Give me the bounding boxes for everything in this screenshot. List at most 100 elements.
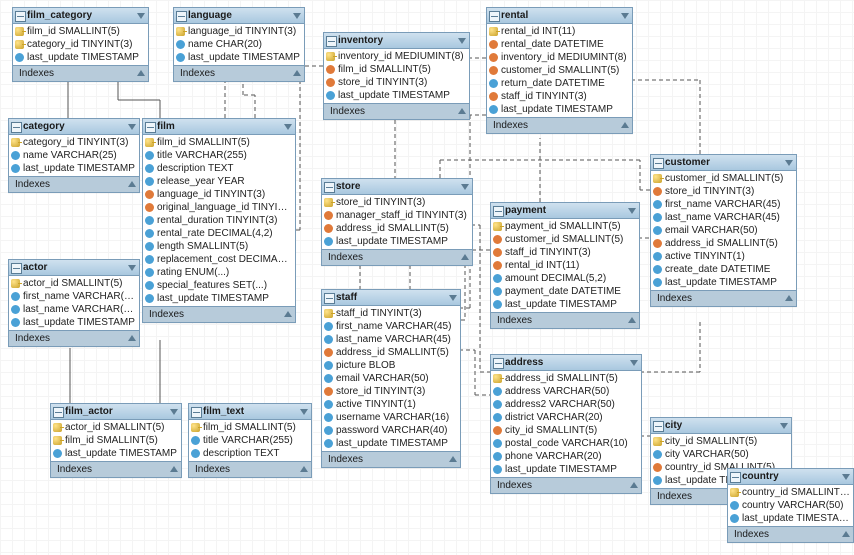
- column[interactable]: picture BLOB: [322, 359, 460, 372]
- column[interactable]: inventory_id MEDIUMINT(8): [324, 50, 469, 63]
- column[interactable]: district VARCHAR(20): [491, 411, 641, 424]
- column[interactable]: first_name VARCHAR(45): [322, 320, 460, 333]
- collapse-icon[interactable]: [493, 358, 504, 369]
- table-header[interactable]: payment: [491, 203, 639, 219]
- table-inventory[interactable]: inventoryinventory_id MEDIUMINT(8)film_i…: [323, 32, 470, 120]
- collapse-icon[interactable]: [15, 11, 26, 22]
- chevron-up-icon[interactable]: [300, 466, 308, 472]
- collapse-icon[interactable]: [324, 293, 335, 304]
- table-rental[interactable]: rentalrental_id INT(11)rental_date DATET…: [486, 7, 633, 134]
- column[interactable]: title VARCHAR(255): [189, 434, 311, 447]
- chevron-down-icon[interactable]: [449, 295, 457, 301]
- column[interactable]: rental_rate DECIMAL(4,2): [143, 227, 295, 240]
- chevron-down-icon[interactable]: [137, 13, 145, 19]
- column[interactable]: country VARCHAR(50): [728, 499, 853, 512]
- table-customer[interactable]: customercustomer_id SMALLINT(5)store_id …: [650, 154, 797, 307]
- column[interactable]: last_update TIMESTAMP: [143, 292, 295, 305]
- chevron-down-icon[interactable]: [170, 409, 178, 415]
- indexes-section[interactable]: Indexes: [487, 117, 632, 133]
- collapse-icon[interactable]: [324, 182, 335, 193]
- column[interactable]: last_update TIMESTAMP: [13, 51, 148, 64]
- column[interactable]: last_update TIMESTAMP: [322, 235, 472, 248]
- table-category[interactable]: categorycategory_id TINYINT(3)name VARCH…: [8, 118, 140, 193]
- chevron-up-icon[interactable]: [628, 317, 636, 323]
- column[interactable]: description TEXT: [143, 162, 295, 175]
- collapse-icon[interactable]: [53, 407, 64, 418]
- chevron-down-icon[interactable]: [128, 265, 136, 271]
- chevron-down-icon[interactable]: [785, 160, 793, 166]
- column[interactable]: customer_id SMALLINT(5): [487, 64, 632, 77]
- column[interactable]: rental_duration TINYINT(3): [143, 214, 295, 227]
- column[interactable]: name CHAR(20): [174, 38, 304, 51]
- column[interactable]: active TINYINT(1): [322, 398, 460, 411]
- indexes-section[interactable]: Indexes: [728, 526, 853, 542]
- chevron-down-icon[interactable]: [630, 360, 638, 366]
- column[interactable]: actor_id SMALLINT(5): [9, 277, 139, 290]
- chevron-up-icon[interactable]: [458, 108, 466, 114]
- collapse-icon[interactable]: [653, 421, 664, 432]
- column[interactable]: last_update TIMESTAMP: [9, 162, 139, 175]
- column[interactable]: film_id SMALLINT(5): [324, 63, 469, 76]
- column[interactable]: last_update TIMESTAMP: [51, 447, 181, 460]
- table-header[interactable]: customer: [651, 155, 796, 171]
- column[interactable]: rental_id INT(11): [491, 259, 639, 272]
- column[interactable]: rental_id INT(11): [487, 25, 632, 38]
- collapse-icon[interactable]: [145, 122, 156, 133]
- collapse-icon[interactable]: [489, 11, 500, 22]
- indexes-section[interactable]: Indexes: [174, 65, 304, 81]
- collapse-icon[interactable]: [730, 472, 741, 483]
- chevron-up-icon[interactable]: [630, 482, 638, 488]
- column[interactable]: original_language_id TINYINT(3): [143, 201, 295, 214]
- column[interactable]: phone VARCHAR(20): [491, 450, 641, 463]
- column[interactable]: last_update TIMESTAMP: [174, 51, 304, 64]
- chevron-up-icon[interactable]: [170, 466, 178, 472]
- column[interactable]: rental_date DATETIME: [487, 38, 632, 51]
- column[interactable]: last_update TIMESTAMP: [491, 298, 639, 311]
- column[interactable]: last_name VARCHAR(45): [9, 303, 139, 316]
- chevron-up-icon[interactable]: [449, 456, 457, 462]
- column[interactable]: special_features SET(...): [143, 279, 295, 292]
- chevron-down-icon[interactable]: [128, 124, 136, 130]
- column[interactable]: last_update TIMESTAMP: [728, 512, 853, 525]
- chevron-down-icon[interactable]: [300, 409, 308, 415]
- chevron-up-icon[interactable]: [842, 531, 850, 537]
- column[interactable]: language_id TINYINT(3): [174, 25, 304, 38]
- chevron-up-icon[interactable]: [128, 335, 136, 341]
- column[interactable]: last_update TIMESTAMP: [491, 463, 641, 476]
- column[interactable]: actor_id SMALLINT(5): [51, 421, 181, 434]
- column[interactable]: username VARCHAR(16): [322, 411, 460, 424]
- column[interactable]: film_id SMALLINT(5): [189, 421, 311, 434]
- column[interactable]: return_date DATETIME: [487, 77, 632, 90]
- column[interactable]: language_id TINYINT(3): [143, 188, 295, 201]
- collapse-icon[interactable]: [191, 407, 202, 418]
- chevron-up-icon[interactable]: [284, 311, 292, 317]
- column[interactable]: name VARCHAR(25): [9, 149, 139, 162]
- column[interactable]: last_name VARCHAR(45): [651, 211, 796, 224]
- table-header[interactable]: address: [491, 355, 641, 371]
- indexes-section[interactable]: Indexes: [651, 290, 796, 306]
- table-staff[interactable]: staffstaff_id TINYINT(3)first_name VARCH…: [321, 289, 461, 468]
- column[interactable]: first_name VARCHAR(45): [9, 290, 139, 303]
- chevron-down-icon[interactable]: [621, 13, 629, 19]
- column[interactable]: staff_id TINYINT(3): [491, 246, 639, 259]
- indexes-section[interactable]: Indexes: [51, 461, 181, 477]
- column[interactable]: active TINYINT(1): [651, 250, 796, 263]
- chevron-up-icon[interactable]: [461, 254, 469, 260]
- column[interactable]: address_id SMALLINT(5): [491, 372, 641, 385]
- table-header[interactable]: film: [143, 119, 295, 135]
- chevron-up-icon[interactable]: [128, 181, 136, 187]
- indexes-section[interactable]: Indexes: [189, 461, 311, 477]
- column[interactable]: first_name VARCHAR(45): [651, 198, 796, 211]
- collapse-icon[interactable]: [176, 11, 187, 22]
- collapse-icon[interactable]: [653, 158, 664, 169]
- column[interactable]: film_id SMALLINT(5): [143, 136, 295, 149]
- column[interactable]: film_id SMALLINT(5): [13, 25, 148, 38]
- indexes-section[interactable]: Indexes: [322, 451, 460, 467]
- column[interactable]: create_date DATETIME: [651, 263, 796, 276]
- collapse-icon[interactable]: [326, 36, 337, 47]
- column[interactable]: last_update TIMESTAMP: [651, 276, 796, 289]
- table-country[interactable]: countrycountry_id SMALLINT(5)country VAR…: [727, 468, 854, 543]
- table-address[interactable]: addressaddress_id SMALLINT(5)address VAR…: [490, 354, 642, 494]
- chevron-down-icon[interactable]: [842, 474, 850, 480]
- indexes-section[interactable]: Indexes: [324, 103, 469, 119]
